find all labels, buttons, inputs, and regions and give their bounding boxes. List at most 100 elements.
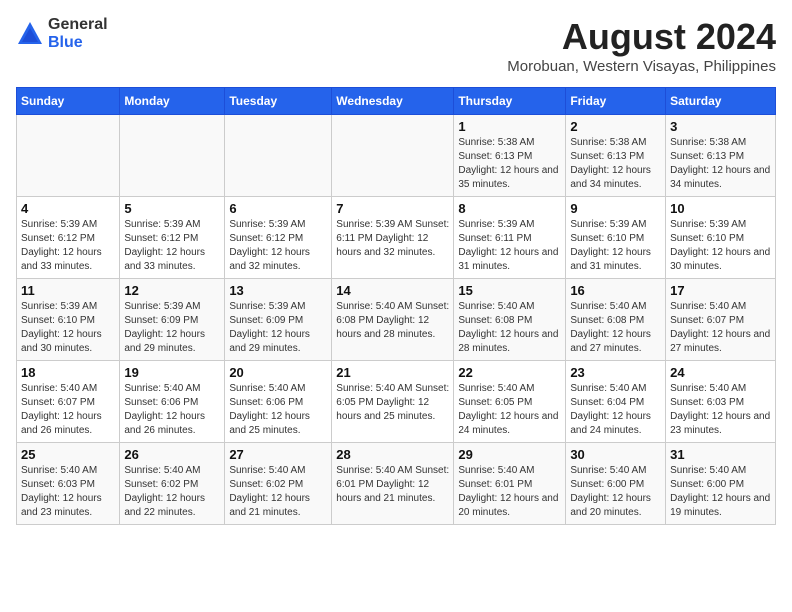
day-number: 13	[229, 283, 327, 298]
calendar-day-cell: 30Sunrise: 5:40 AM Sunset: 6:00 PM Dayli…	[566, 443, 666, 525]
day-number: 1	[458, 119, 561, 134]
day-number: 20	[229, 365, 327, 380]
calendar-day-cell: 13 Sunrise: 5:39 AM Sunset: 6:09 PM Dayli…	[225, 279, 332, 361]
logo-general: General	[48, 16, 108, 33]
header: General Blue August 2024 Morobuan, Weste…	[16, 16, 776, 75]
day-number: 16	[570, 283, 661, 298]
calendar-day-cell: 18Sunrise: 5:40 AM Sunset: 6:07 PM Dayli…	[17, 361, 120, 443]
day-info: Sunrise: 5:40 AM Sunset: 6:00 PM Dayligh…	[670, 464, 771, 520]
logo-blue: Blue	[48, 34, 83, 51]
weekday-header-row: SundayMondayTuesdayWednesdayThursdayFrid…	[17, 88, 776, 115]
weekday-header: Friday	[566, 88, 666, 115]
day-number: 22	[458, 365, 561, 380]
weekday-header: Saturday	[666, 88, 776, 115]
calendar-day-cell: 4 Sunrise: 5:39 AM Sunset: 6:12 PM Daylig…	[17, 197, 120, 279]
calendar-day-cell: 27 Sunrise: 5:40 AM Sunset: 6:02 PM Dayli…	[225, 443, 332, 525]
calendar-day-cell: 12Sunrise: 5:39 AM Sunset: 6:09 PM Dayli…	[120, 279, 225, 361]
calendar-week-row: 11Sunrise: 5:39 AM Sunset: 6:10 PM Dayli…	[17, 279, 776, 361]
calendar-day-cell: 2Sunrise: 5:38 AM Sunset: 6:13 PM Daylig…	[566, 115, 666, 197]
day-info: Sunrise: 5:39 AM Sunset: 6:12 PM Dayligh…	[229, 218, 327, 274]
calendar-day-cell: 6 Sunrise: 5:39 AM Sunset: 6:12 PM Daylig…	[225, 197, 332, 279]
day-info: Sunrise: 5:40 AM Sunset: 6:08 PM Dayligh…	[570, 300, 661, 356]
calendar-day-cell: 20 Sunrise: 5:40 AM Sunset: 6:06 PM Dayli…	[225, 361, 332, 443]
day-info: Sunrise: 5:40 AM Sunset: 6:02 PM Dayligh…	[229, 464, 327, 520]
calendar-day-cell: 21Sunrise: 5:40 AM Sunset: 6:05 PM Dayli…	[332, 361, 454, 443]
subtitle: Morobuan, Western Visayas, Philippines	[507, 58, 776, 75]
day-number: 11	[21, 283, 115, 298]
weekday-header: Wednesday	[332, 88, 454, 115]
day-info: Sunrise: 5:40 AM Sunset: 6:05 PM Dayligh…	[336, 382, 449, 424]
day-info: Sunrise: 5:38 AM Sunset: 6:13 PM Dayligh…	[458, 136, 561, 192]
day-number: 17	[670, 283, 771, 298]
calendar-day-cell: 28 Sunrise: 5:40 AM Sunset: 6:01 PM Dayli…	[332, 443, 454, 525]
day-info: Sunrise: 5:40 AM Sunset: 6:01 PM Dayligh…	[458, 464, 561, 520]
day-number: 14	[336, 283, 449, 298]
day-number: 27	[229, 447, 327, 462]
day-number: 4	[21, 201, 115, 216]
day-number: 8	[458, 201, 561, 216]
calendar-day-cell: 15 Sunrise: 5:40 AM Sunset: 6:08 PM Dayli…	[454, 279, 566, 361]
day-info: Sunrise: 5:40 AM Sunset: 6:03 PM Dayligh…	[21, 464, 115, 520]
day-number: 31	[670, 447, 771, 462]
calendar-day-cell: 9 Sunrise: 5:39 AM Sunset: 6:10 PM Daylig…	[566, 197, 666, 279]
calendar-day-cell: 16 Sunrise: 5:40 AM Sunset: 6:08 PM Dayli…	[566, 279, 666, 361]
day-info: Sunrise: 5:40 AM Sunset: 6:00 PM Dayligh…	[570, 464, 661, 520]
day-info: Sunrise: 5:40 AM Sunset: 6:03 PM Dayligh…	[670, 382, 771, 438]
day-number: 28	[336, 447, 449, 462]
calendar-day-cell: 17 Sunrise: 5:40 AM Sunset: 6:07 PM Dayli…	[666, 279, 776, 361]
day-info: Sunrise: 5:38 AM Sunset: 6:13 PM Dayligh…	[570, 136, 661, 192]
day-info: Sunrise: 5:40 AM Sunset: 6:08 PM Dayligh…	[458, 300, 561, 356]
calendar-day-cell: 22 Sunrise: 5:40 AM Sunset: 6:05 PM Dayli…	[454, 361, 566, 443]
day-number: 26	[124, 447, 220, 462]
calendar-day-cell: 11Sunrise: 5:39 AM Sunset: 6:10 PM Dayli…	[17, 279, 120, 361]
day-number: 19	[124, 365, 220, 380]
calendar-day-cell: 8Sunrise: 5:39 AM Sunset: 6:11 PM Daylig…	[454, 197, 566, 279]
weekday-header: Thursday	[454, 88, 566, 115]
day-info: Sunrise: 5:40 AM Sunset: 6:07 PM Dayligh…	[670, 300, 771, 356]
calendar-day-cell: 26 Sunrise: 5:40 AM Sunset: 6:02 PM Dayli…	[120, 443, 225, 525]
day-number: 12	[124, 283, 220, 298]
calendar-day-cell: 1 Sunrise: 5:38 AM Sunset: 6:13 PM Daylig…	[454, 115, 566, 197]
calendar-day-cell	[120, 115, 225, 197]
calendar-day-cell: 3 Sunrise: 5:38 AM Sunset: 6:13 PM Daylig…	[666, 115, 776, 197]
day-info: Sunrise: 5:40 AM Sunset: 6:04 PM Dayligh…	[570, 382, 661, 438]
calendar-week-row: 1 Sunrise: 5:38 AM Sunset: 6:13 PM Daylig…	[17, 115, 776, 197]
day-number: 3	[670, 119, 771, 134]
day-number: 29	[458, 447, 561, 462]
calendar-day-cell: 19 Sunrise: 5:40 AM Sunset: 6:06 PM Dayli…	[120, 361, 225, 443]
weekday-header: Monday	[120, 88, 225, 115]
day-number: 7	[336, 201, 449, 216]
day-number: 24	[670, 365, 771, 380]
calendar-day-cell: 25 Sunrise: 5:40 AM Sunset: 6:03 PM Dayli…	[17, 443, 120, 525]
calendar-table: SundayMondayTuesdayWednesdayThursdayFrid…	[16, 87, 776, 525]
main-title: August 2024	[507, 16, 776, 58]
day-info: Sunrise: 5:39 AM Sunset: 6:10 PM Dayligh…	[670, 218, 771, 274]
day-info: Sunrise: 5:40 AM Sunset: 6:05 PM Dayligh…	[458, 382, 561, 438]
day-info: Sunrise: 5:38 AM Sunset: 6:13 PM Dayligh…	[670, 136, 771, 192]
day-number: 6	[229, 201, 327, 216]
day-info: Sunrise: 5:40 AM Sunset: 6:01 PM Dayligh…	[336, 464, 449, 506]
calendar-day-cell	[225, 115, 332, 197]
day-info: Sunrise: 5:40 AM Sunset: 6:06 PM Dayligh…	[124, 382, 220, 438]
logo-icon	[16, 20, 44, 48]
calendar-day-cell: 10Sunrise: 5:39 AM Sunset: 6:10 PM Dayli…	[666, 197, 776, 279]
calendar-week-row: 18Sunrise: 5:40 AM Sunset: 6:07 PM Dayli…	[17, 361, 776, 443]
calendar-day-cell: 23Sunrise: 5:40 AM Sunset: 6:04 PM Dayli…	[566, 361, 666, 443]
calendar-day-cell	[17, 115, 120, 197]
calendar-week-row: 25 Sunrise: 5:40 AM Sunset: 6:03 PM Dayli…	[17, 443, 776, 525]
day-info: Sunrise: 5:39 AM Sunset: 6:09 PM Dayligh…	[229, 300, 327, 356]
calendar-day-cell: 29 Sunrise: 5:40 AM Sunset: 6:01 PM Dayli…	[454, 443, 566, 525]
calendar-day-cell	[332, 115, 454, 197]
weekday-header: Sunday	[17, 88, 120, 115]
day-info: Sunrise: 5:40 AM Sunset: 6:06 PM Dayligh…	[229, 382, 327, 438]
calendar-day-cell: 7Sunrise: 5:39 AM Sunset: 6:11 PM Daylig…	[332, 197, 454, 279]
day-number: 15	[458, 283, 561, 298]
weekday-header: Tuesday	[225, 88, 332, 115]
calendar-day-cell: 24 Sunrise: 5:40 AM Sunset: 6:03 PM Dayli…	[666, 361, 776, 443]
day-info: Sunrise: 5:39 AM Sunset: 6:10 PM Dayligh…	[570, 218, 661, 274]
day-info: Sunrise: 5:40 AM Sunset: 6:02 PM Dayligh…	[124, 464, 220, 520]
day-number: 25	[21, 447, 115, 462]
day-number: 9	[570, 201, 661, 216]
day-info: Sunrise: 5:39 AM Sunset: 6:12 PM Dayligh…	[21, 218, 115, 274]
day-number: 5	[124, 201, 220, 216]
